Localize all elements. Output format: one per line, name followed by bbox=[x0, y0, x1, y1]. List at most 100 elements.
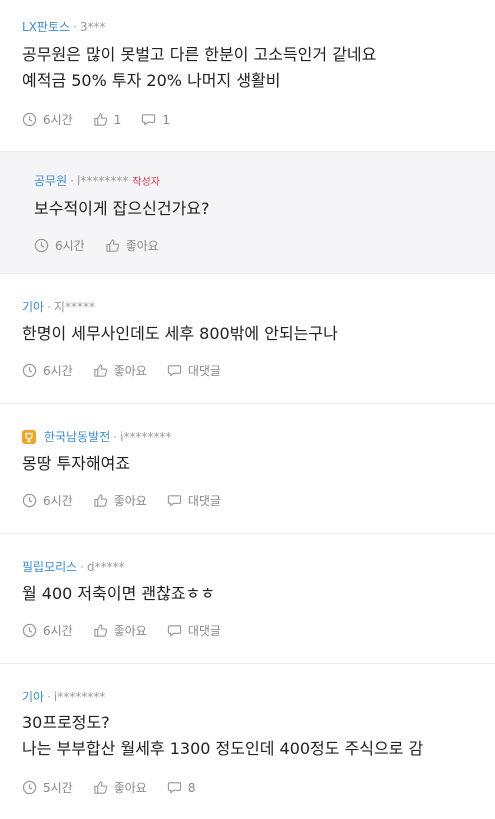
separator-dot: · bbox=[80, 559, 85, 574]
comment-body: 30프로정도? 나는 부부합산 월세후 1300 정도인데 400정도 주식으로… bbox=[22, 710, 483, 762]
comment-body: 한명이 세무사인데도 세후 800밖에 안되는구나 bbox=[22, 321, 483, 347]
time-text: 6시간 bbox=[43, 113, 73, 127]
comment-body: 보수적이게 잡으신건가요? bbox=[34, 196, 483, 222]
speech-bubble-icon bbox=[167, 782, 181, 794]
time-stamp: 6시간 bbox=[22, 111, 73, 128]
company-name[interactable]: 공무원 bbox=[34, 172, 67, 189]
comment-actions: 6시간 좋아요 대댓글 bbox=[22, 362, 241, 379]
reply-button[interactable]: 대댓글 bbox=[167, 362, 221, 379]
time-text: 5시간 bbox=[43, 781, 73, 795]
like-button[interactable]: 좋아요 bbox=[93, 362, 147, 379]
time-stamp: 6시간 bbox=[22, 622, 73, 639]
like-button[interactable]: 1 bbox=[93, 112, 122, 127]
company-name[interactable]: LX판토스 bbox=[22, 18, 70, 35]
like-button[interactable]: 좋아요 bbox=[105, 237, 159, 254]
like-button[interactable]: 좋아요 bbox=[93, 492, 147, 509]
comment-body: 몽땅 투자해여죠 bbox=[22, 451, 483, 477]
comment-body: 월 400 저축이면 괜찮죠ㅎㅎ bbox=[22, 581, 483, 607]
comment-meta: 한국남동발전 · i******** bbox=[22, 428, 171, 445]
user-name: l******** bbox=[76, 173, 129, 188]
comment-line: 공무원은 많이 못벌고 다른 한분이 고소득인거 같네요 bbox=[22, 45, 377, 64]
comment-actions: 6시간 좋아요 대댓글 bbox=[22, 492, 241, 509]
separator-dot: · bbox=[73, 19, 77, 34]
time-stamp: 5시간 bbox=[22, 779, 73, 796]
company-name[interactable]: 필립모리스 bbox=[22, 558, 77, 575]
user-name: d***** bbox=[87, 559, 125, 574]
user-name: 3*** bbox=[79, 19, 106, 34]
like-label: 좋아요 bbox=[113, 781, 147, 795]
comment-line: 한명이 세무사인데도 세후 800밖에 안되는구나 bbox=[22, 324, 338, 343]
thumbs-up-icon bbox=[94, 113, 107, 126]
reply-label: 대댓글 bbox=[187, 624, 221, 638]
comment-meta: 필립모리스 · d***** bbox=[22, 558, 125, 575]
time-text: 6시간 bbox=[43, 624, 73, 638]
comment-actions: 5시간 좋아요 8 bbox=[22, 779, 215, 796]
comment-body: 공무원은 많이 못벌고 다른 한분이 고소득인거 같네요 예적금 50% 투자 … bbox=[22, 42, 483, 94]
separator-dot: · bbox=[47, 299, 51, 314]
reply-button[interactable]: 대댓글 bbox=[167, 622, 221, 639]
comment-line: 30프로정도? bbox=[22, 713, 110, 732]
clock-icon bbox=[22, 112, 37, 127]
comment-meta: 기아 · 지***** bbox=[22, 298, 95, 315]
like-label: 좋아요 bbox=[113, 624, 147, 638]
author-tag: 작성자 bbox=[132, 177, 160, 188]
time-stamp: 6시간 bbox=[22, 492, 73, 509]
clock-icon bbox=[34, 238, 49, 253]
thumbs-up-icon bbox=[94, 494, 107, 507]
like-count: 1 bbox=[113, 112, 122, 127]
clock-icon bbox=[22, 363, 37, 378]
time-text: 6시간 bbox=[43, 494, 73, 508]
clock-icon bbox=[22, 493, 37, 508]
comment-actions: 6시간 좋아요 bbox=[34, 237, 179, 254]
reply-button[interactable]: 8 bbox=[167, 780, 196, 795]
comment-meta: LX판토스 · 3*** bbox=[22, 18, 106, 35]
comment-line: 월 400 저축이면 괜찮죠ㅎㅎ bbox=[22, 584, 215, 603]
like-label: 좋아요 bbox=[113, 494, 147, 508]
reply-button[interactable]: 대댓글 bbox=[167, 492, 221, 509]
comment-item: 한국남동발전 · i******** 몽땅 투자해여죠 6시간 좋아요 대댓글 bbox=[0, 404, 495, 534]
time-stamp: 6시간 bbox=[22, 362, 73, 379]
separator-dot: · bbox=[70, 173, 74, 188]
comment-line: 나는 부부합산 월세후 1300 정도인데 400정도 주식으로 감 bbox=[22, 739, 424, 758]
comment-actions: 6시간 1 1 bbox=[22, 111, 190, 128]
comment-actions: 6시간 좋아요 대댓글 bbox=[22, 622, 241, 639]
clock-icon bbox=[22, 780, 37, 795]
comment-meta: 공무원 · l******** 작성자 bbox=[34, 172, 160, 189]
comment-item: 필립모리스 · d***** 월 400 저축이면 괜찮죠ㅎㅎ 6시간 좋아요 … bbox=[0, 534, 495, 664]
company-name[interactable]: 기아 bbox=[22, 298, 44, 315]
thumbs-up-icon bbox=[106, 239, 119, 252]
reply-count: 8 bbox=[187, 780, 196, 795]
speech-bubble-icon bbox=[167, 495, 181, 507]
comment-line: 보수적이게 잡으신건가요? bbox=[34, 199, 210, 218]
reply-button[interactable]: 1 bbox=[141, 112, 170, 127]
time-text: 6시간 bbox=[43, 364, 73, 378]
comment-meta: 기아 · i******** bbox=[22, 688, 105, 705]
user-name: 지***** bbox=[53, 300, 95, 314]
reply-label: 대댓글 bbox=[187, 494, 221, 508]
comment-item: 기아 · i******** 30프로정도? 나는 부부합산 월세후 1300 … bbox=[0, 664, 495, 819]
reply-label: 대댓글 bbox=[187, 364, 221, 378]
company-name[interactable]: 한국남동발전 bbox=[44, 428, 110, 445]
comment-item: 기아 · 지***** 한명이 세무사인데도 세후 800밖에 안되는구나 6시… bbox=[0, 274, 495, 404]
separator-dot: · bbox=[113, 429, 118, 444]
like-label: 좋아요 bbox=[113, 364, 147, 378]
comment-line: 몽땅 투자해여죠 bbox=[22, 454, 131, 473]
speech-bubble-icon bbox=[142, 114, 156, 126]
company-name[interactable]: 기아 bbox=[22, 688, 44, 705]
like-button[interactable]: 좋아요 bbox=[93, 779, 147, 796]
like-button[interactable]: 좋아요 bbox=[93, 622, 147, 639]
thumbs-up-icon bbox=[94, 624, 107, 637]
user-name: i******** bbox=[120, 429, 172, 444]
thumbs-up-icon bbox=[94, 364, 107, 377]
like-label: 좋아요 bbox=[125, 239, 159, 253]
time-text: 6시간 bbox=[55, 239, 85, 253]
time-stamp: 6시간 bbox=[34, 237, 85, 254]
clock-icon bbox=[22, 623, 37, 638]
thumbs-up-icon bbox=[94, 781, 107, 794]
speech-bubble-icon bbox=[167, 365, 181, 377]
comment-line: 예적금 50% 투자 20% 나머지 생활비 bbox=[22, 71, 281, 90]
user-name: i******** bbox=[53, 689, 106, 704]
speech-bubble-icon bbox=[167, 625, 181, 637]
separator-dot: · bbox=[47, 689, 51, 704]
comment-item: LX판토스 · 3*** 공무원은 많이 못벌고 다른 한분이 고소득인거 같네… bbox=[0, 0, 495, 152]
